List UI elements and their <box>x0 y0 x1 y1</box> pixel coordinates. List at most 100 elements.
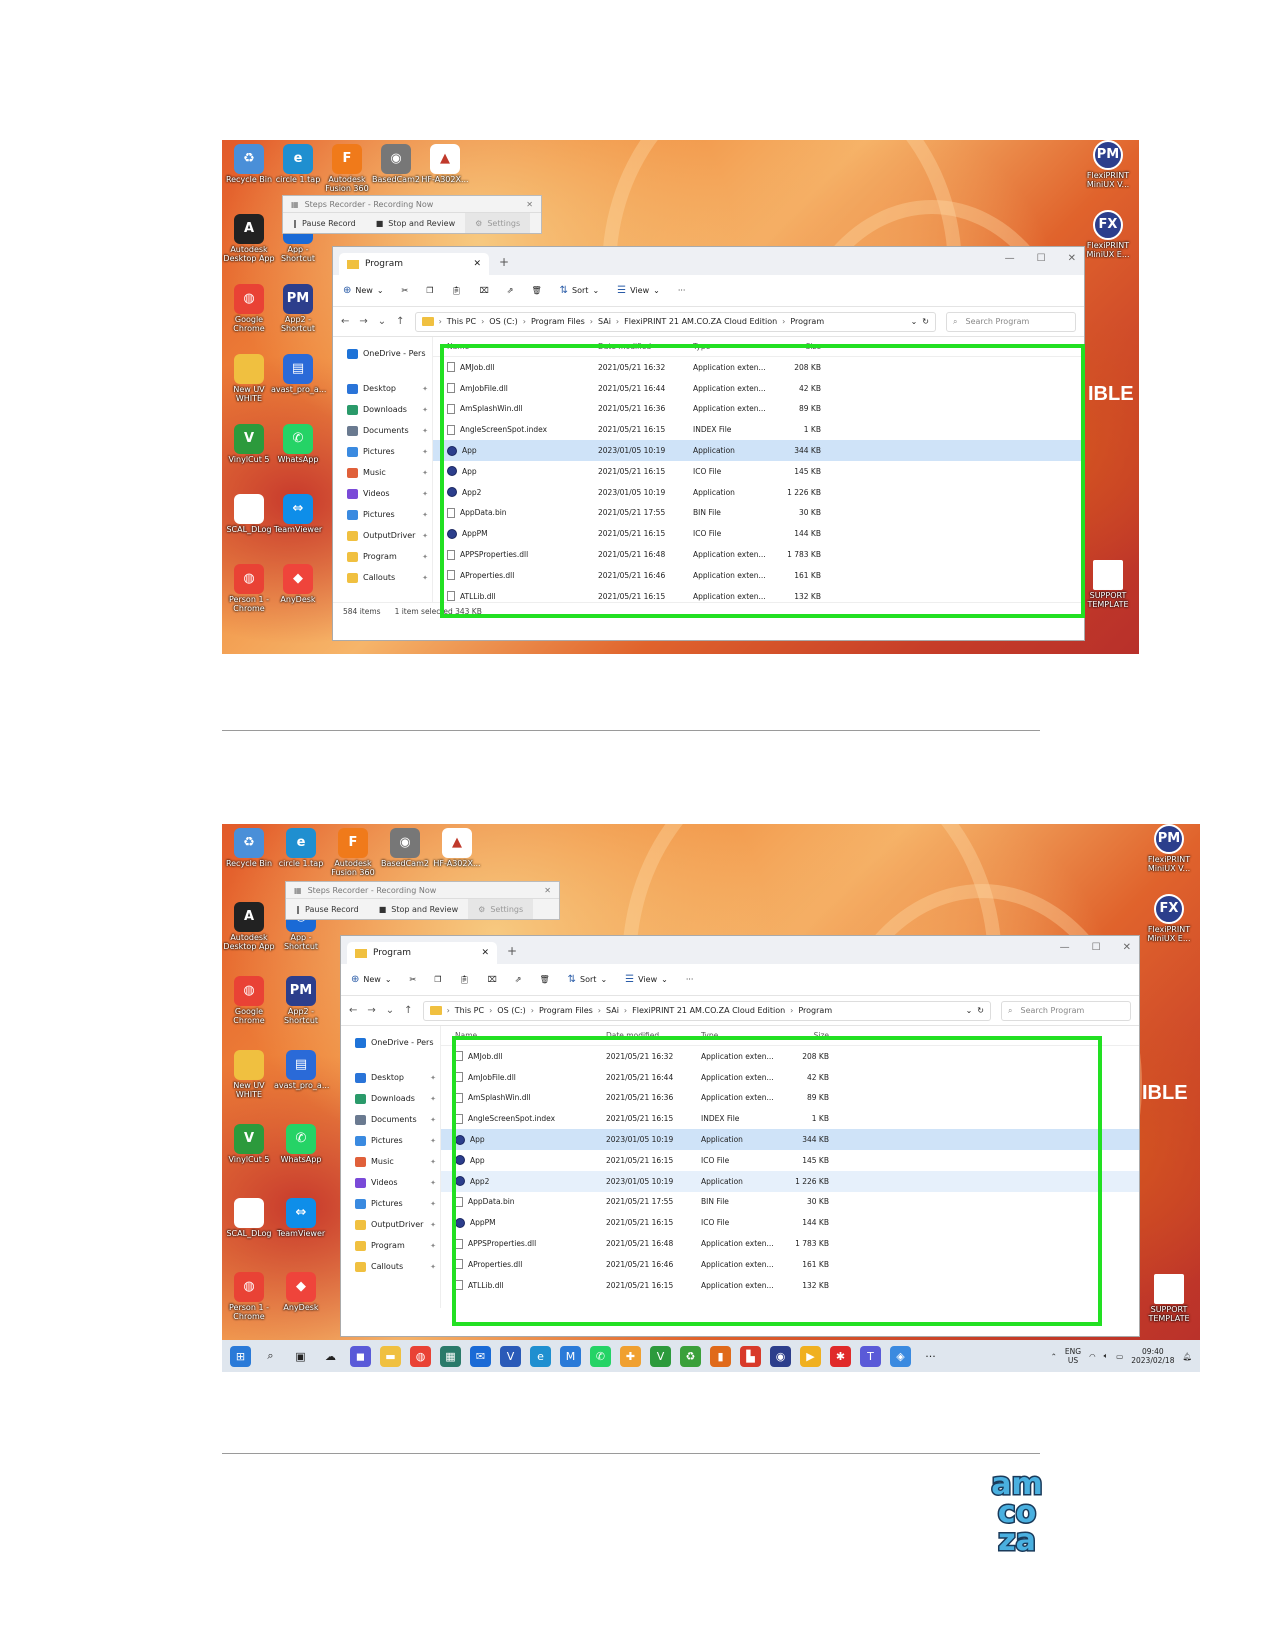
vinylcut-icon[interactable]: V <box>500 1345 521 1367</box>
whatsapp-icon[interactable]: ✆ <box>590 1345 611 1367</box>
desktop-icon[interactable]: ◆ AnyDesk <box>271 564 325 605</box>
pause-record-button[interactable]: ‖ Pause Record <box>283 213 366 233</box>
teams-icon[interactable]: T <box>860 1345 881 1367</box>
nav-item[interactable]: Program ✦ <box>341 1235 440 1256</box>
desktop-icon[interactable]: ◉ BasedCam2 <box>378 828 432 869</box>
sort-button[interactable]: ⇅ Sort ⌄ <box>568 974 608 985</box>
desktop-icon[interactable]: ♻ Recycle Bin <box>222 828 276 869</box>
table-row[interactable]: AmSplashWin.dll 2021/05/21 16:36 Applicati… <box>441 1088 1139 1109</box>
stop-and-review-button[interactable]: ■ Stop and Review <box>366 213 465 233</box>
close-window-icon[interactable]: ✕ <box>1068 253 1076 264</box>
new-tab-button[interactable]: + <box>499 255 509 269</box>
desktop-icon[interactable]: PM FlexiPRINT MiniUX V... <box>1081 140 1135 190</box>
desktop-icon[interactable]: ⇔ TeamViewer <box>271 494 325 535</box>
chevron-down-icon[interactable]: ⌄ <box>966 1006 973 1015</box>
search-icon[interactable]: ⌕ <box>260 1346 281 1367</box>
breadcrumb-item[interactable]: Program <box>798 1006 832 1015</box>
orange-app-icon[interactable]: ▮ <box>710 1345 731 1367</box>
view-button[interactable]: ☰ View ⌄ <box>617 285 660 296</box>
desktop-icon[interactable]: ▤ avast_pro_a... <box>271 354 326 395</box>
desktop-icon[interactable]: FX FlexiPRINT MiniUX E... <box>1081 210 1135 260</box>
calculator-icon[interactable]: ▦ <box>440 1345 461 1367</box>
desktop-icon[interactable]: ◍ Google Chrome <box>222 284 276 334</box>
flexi-icon[interactable]: ✱ <box>830 1345 851 1367</box>
table-row[interactable]: App2 2023/01/05 10:19 Application 1 226 KB <box>433 482 1084 503</box>
desktop-icon[interactable]: ▲ HF-A302X... <box>418 144 472 185</box>
breadcrumb-item[interactable]: Program Files <box>531 317 585 326</box>
more-icon[interactable]: ··· <box>920 1346 941 1367</box>
new-tab-button[interactable]: + <box>507 944 517 958</box>
tab-program[interactable]: Program ✕ <box>339 253 489 275</box>
task-view-icon[interactable]: ▣ <box>290 1346 311 1367</box>
refresh-icon[interactable]: ↻ <box>977 1006 984 1015</box>
breadcrumb-item[interactable]: This PC <box>447 317 476 326</box>
table-row[interactable]: AMJob.dll 2021/05/21 16:32 Application ext… <box>441 1046 1139 1067</box>
more-options-button[interactable]: ··· <box>678 286 686 295</box>
tab-program[interactable]: Program ✕ <box>347 942 497 964</box>
breadcrumb-item[interactable]: Program <box>790 317 824 326</box>
nav-item[interactable]: Videos ✦ <box>333 483 432 504</box>
weather-icon[interactable]: ☁ <box>320 1346 341 1367</box>
address-bar[interactable]: › This PC › OS (C:) › Program Files › SAi › Flexi… <box>422 1000 991 1021</box>
table-row[interactable]: AppPM 2021/05/21 16:15 ICO File 144 KB <box>441 1212 1139 1233</box>
vinylcut-green-icon[interactable]: V <box>650 1345 671 1367</box>
mail-icon[interactable]: ✉ <box>470 1345 491 1367</box>
maximize-icon[interactable]: ☐ <box>1037 253 1046 264</box>
close-icon[interactable]: ✕ <box>544 886 551 895</box>
security-icon[interactable]: ◈ <box>890 1345 911 1367</box>
sort-button[interactable]: ⇅ Sort ⌄ <box>560 285 600 296</box>
chrome-icon[interactable]: ◍ <box>410 1345 431 1367</box>
desktop-icon[interactable]: ▤ avast_pro_a... <box>274 1050 329 1091</box>
desktop-icon[interactable]: ✆ WhatsApp <box>274 1124 328 1165</box>
delete-icon[interactable]: 🗑︎ <box>540 975 550 984</box>
column-header[interactable]: Name <box>433 342 598 351</box>
column-header[interactable]: Date modified <box>606 1031 701 1040</box>
rename-icon[interactable]: ⌧ <box>488 975 497 984</box>
desktop-icon[interactable]: e circle 1.tap <box>271 144 325 185</box>
edge-icon[interactable]: e <box>530 1345 551 1367</box>
copy-icon[interactable]: ❐ <box>426 286 433 295</box>
nav-item[interactable]: Pictures ✦ <box>341 1193 440 1214</box>
nav-item[interactable]: Music ✦ <box>333 462 432 483</box>
table-row[interactable]: App 2023/01/05 10:19 Application 344 KB <box>433 440 1084 461</box>
column-header[interactable]: Type <box>693 342 773 351</box>
desktop-icon[interactable]: SUPPORT TEMPLATE <box>1142 1274 1196 1324</box>
desktop-icon[interactable]: ◉ BasedCam2 <box>369 144 423 185</box>
close-tab-icon[interactable]: ✕ <box>473 259 481 269</box>
clock[interactable]: 09:40 2023/02/18 <box>1131 1347 1174 1365</box>
new-button[interactable]: ⊕ New ⌄ <box>351 974 392 985</box>
table-row[interactable]: AmSplashWin.dll 2021/05/21 16:36 Applicati… <box>433 399 1084 420</box>
copy-icon[interactable]: ❐ <box>434 975 441 984</box>
nav-item[interactable]: Pictures ✦ <box>333 504 432 525</box>
nav-item[interactable]: Desktop ✦ <box>333 378 432 399</box>
desktop-icon[interactable]: New UV WHITE <box>222 354 276 404</box>
table-row[interactable]: ATLLib.dll 2021/05/21 16:15 Application ex… <box>433 586 1084 607</box>
desktop-icon[interactable]: ◍ Google Chrome <box>222 976 276 1026</box>
desktop-icon[interactable]: A Autodesk Desktop App <box>222 902 276 952</box>
desktop-icon[interactable]: A Autodesk Desktop App <box>222 214 276 264</box>
cut-icon[interactable]: ✂ <box>410 975 417 984</box>
breadcrumb-item[interactable]: OS (C:) <box>497 1006 525 1015</box>
nav-item[interactable]: OneDrive - Pers <box>333 343 432 364</box>
windows-start-icon[interactable]: ⊞ <box>230 1345 251 1367</box>
paste-icon[interactable]: 📋︎ <box>459 975 469 984</box>
search-input[interactable]: ⌕ Search Program <box>1001 1000 1131 1021</box>
desktop-icon[interactable]: PM App2 - Shortcut <box>271 284 325 334</box>
nav-item[interactable]: Desktop ✦ <box>341 1067 440 1088</box>
delete-icon[interactable]: 🗑︎ <box>532 286 542 295</box>
share-icon[interactable]: ⇗ <box>507 286 514 295</box>
nav-item[interactable]: OutputDriver ✦ <box>341 1214 440 1235</box>
breadcrumb-item[interactable]: This PC <box>455 1006 484 1015</box>
search-input[interactable]: ⌕ Search Program <box>946 311 1076 332</box>
up-arrow-icon[interactable]: ↑ <box>396 316 404 327</box>
table-row[interactable]: AMJob.dll 2021/05/21 16:32 Application ext… <box>433 357 1084 378</box>
nav-item[interactable]: Downloads ✦ <box>341 1088 440 1109</box>
rename-icon[interactable]: ⌧ <box>480 286 489 295</box>
desktop-icon[interactable]: e circle 1.tap <box>274 828 328 869</box>
desktop-icon[interactable]: SUPPORT TEMPLATE <box>1081 560 1135 610</box>
nav-item[interactable]: OutputDriver ✦ <box>333 525 432 546</box>
nav-item[interactable]: Music ✦ <box>341 1151 440 1172</box>
nav-item[interactable]: Program ✦ <box>333 546 432 567</box>
maximize-icon[interactable]: ☐ <box>1092 942 1101 953</box>
close-tab-icon[interactable]: ✕ <box>481 948 489 958</box>
